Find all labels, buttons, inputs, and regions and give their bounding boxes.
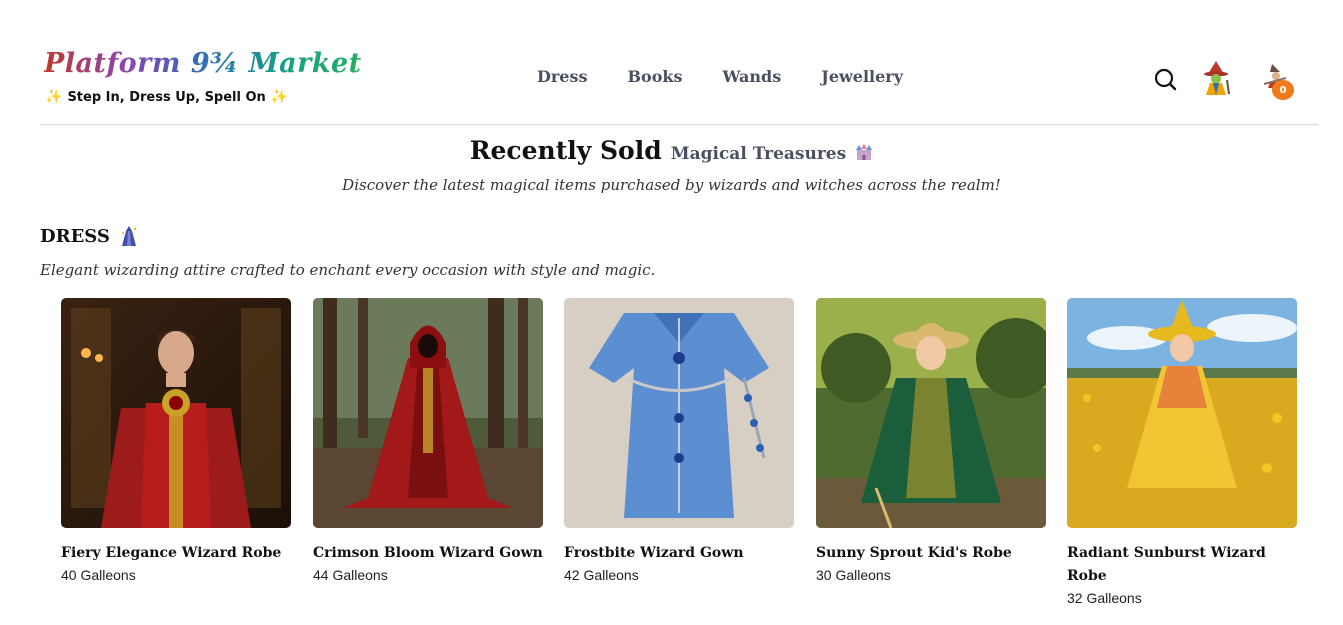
product-card[interactable]: Sunny Sprout Kid's Robe 30 Galleons — [816, 298, 1048, 583]
wizard-account-icon[interactable] — [1200, 60, 1232, 96]
product-name[interactable]: Radiant Sunburst Wizard Robe — [1067, 542, 1299, 588]
page-title: Recently Sold Magical Treasures — [0, 136, 1343, 165]
category-heading: DRESS — [40, 225, 140, 247]
product-price: 40 Galleons — [61, 567, 136, 583]
product-image[interactable] — [564, 298, 794, 528]
title-accent: Magical Treasures — [670, 144, 847, 164]
product-image[interactable] — [816, 298, 1046, 528]
product-price: 42 Galleons — [564, 567, 639, 583]
cart-count-badge: 0 — [1272, 80, 1294, 100]
nav-books[interactable]: Books — [628, 67, 683, 86]
nav-wands[interactable]: Wands — [722, 67, 781, 86]
product-price: 32 Galleons — [1067, 590, 1142, 606]
tagline: ✨ Step In, Dress Up, Spell On ✨ — [45, 89, 288, 105]
category-name: DRESS — [40, 225, 110, 247]
site-header: Platform 9¾ Market ✨ Step In, Dress Up, … — [0, 0, 1343, 125]
nav-jewellery[interactable]: Jewellery — [821, 67, 903, 86]
search-icon[interactable] — [1152, 66, 1178, 92]
header-actions: 0 — [1150, 60, 1300, 100]
tagline-text: Step In, Dress Up, Spell On — [67, 89, 266, 105]
castle-icon — [855, 144, 873, 160]
sparkle-icon: ✨ — [45, 89, 63, 105]
main-nav: Dress Books Wands Jewellery — [537, 67, 903, 86]
product-image[interactable] — [313, 298, 543, 528]
robe-icon — [118, 225, 140, 247]
product-name[interactable]: Frostbite Wizard Gown — [564, 542, 796, 565]
nav-dress[interactable]: Dress — [537, 67, 588, 86]
product-image[interactable] — [61, 298, 291, 528]
product-price: 30 Galleons — [816, 567, 891, 583]
category-description: Elegant wizarding attire crafted to ench… — [40, 261, 656, 279]
site-logo[interactable]: Platform 9¾ Market — [44, 48, 362, 79]
product-card[interactable]: Fiery Elegance Wizard Robe 40 Galleons — [61, 298, 293, 583]
product-card[interactable]: Radiant Sunburst Wizard Robe 32 Galleons — [1067, 298, 1299, 606]
product-card[interactable]: Crimson Bloom Wizard Gown 44 Galleons — [313, 298, 545, 583]
header-divider — [40, 124, 1318, 125]
product-name[interactable]: Fiery Elegance Wizard Robe — [61, 542, 293, 565]
product-card[interactable]: Frostbite Wizard Gown 42 Galleons — [564, 298, 796, 583]
product-image[interactable] — [1067, 298, 1297, 528]
product-name[interactable]: Crimson Bloom Wizard Gown — [313, 542, 545, 565]
title-main: Recently Sold — [469, 136, 662, 165]
page-subtitle: Discover the latest magical items purcha… — [342, 176, 1001, 194]
sparkle-icon: ✨ — [270, 89, 289, 105]
product-name[interactable]: Sunny Sprout Kid's Robe — [816, 542, 1048, 565]
product-price: 44 Galleons — [313, 567, 388, 583]
